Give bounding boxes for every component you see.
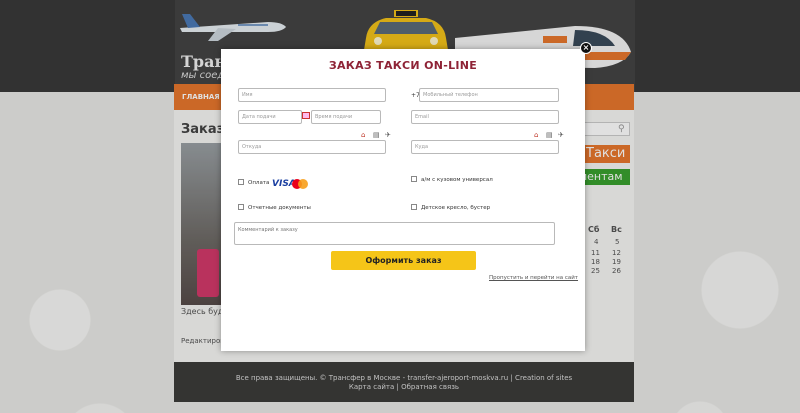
time-field[interactable]	[311, 110, 381, 124]
email-field[interactable]	[411, 110, 559, 124]
mastercard-icon	[292, 179, 308, 189]
wagon-label: а/м с кузовом универсал	[421, 177, 493, 183]
payment-label: Оплата	[248, 180, 270, 186]
to-field[interactable]	[411, 140, 559, 154]
home-icon[interactable]: ⌂	[534, 132, 538, 139]
calendar-icon[interactable]	[302, 112, 310, 119]
payment-checkbox[interactable]	[238, 179, 244, 185]
home-icon[interactable]: ⌂	[361, 132, 365, 139]
name-field[interactable]	[238, 88, 386, 102]
train-icon[interactable]: ▤	[546, 132, 553, 139]
date-field[interactable]	[238, 110, 302, 124]
from-field[interactable]	[238, 140, 386, 154]
submit-order-button[interactable]: Оформить заказ	[331, 251, 476, 270]
child-seat-label: Детское кресло, бустер	[421, 205, 491, 211]
reports-checkbox[interactable]	[238, 204, 244, 210]
close-icon[interactable]: ×	[580, 42, 592, 54]
comment-textarea[interactable]	[234, 222, 555, 245]
train-icon[interactable]: ▤	[373, 132, 380, 139]
modal-title: ЗАКАЗ ТАКСИ ON-LINE	[328, 59, 478, 72]
airplane-icon[interactable]: ✈	[558, 132, 564, 139]
child-seat-checkbox[interactable]	[411, 204, 417, 210]
reports-label: Отчетные документы	[248, 205, 311, 211]
phone-field[interactable]	[419, 88, 559, 102]
airplane-icon[interactable]: ✈	[385, 132, 391, 139]
skip-to-site-link[interactable]: Пропустить и перейти на сайт	[489, 275, 578, 281]
wagon-checkbox[interactable]	[411, 176, 417, 182]
